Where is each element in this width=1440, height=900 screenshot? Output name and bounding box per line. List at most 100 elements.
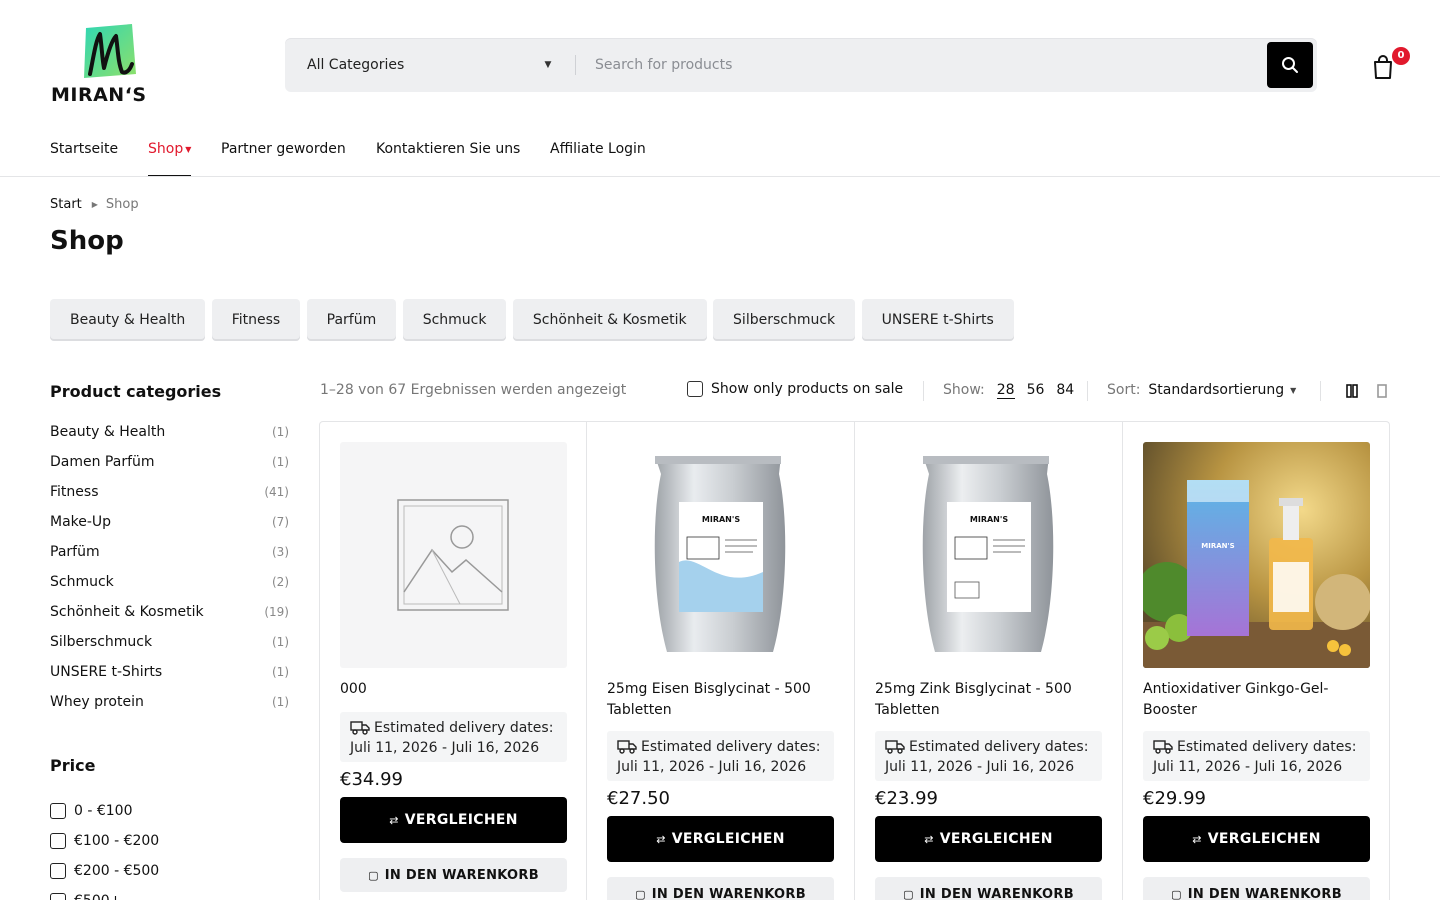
nav-item-startseite[interactable]: Startseite	[50, 141, 118, 177]
category-item[interactable]: Schönheit & Kosmetik (19)	[50, 602, 290, 632]
add-to-cart-button[interactable]: ▢ IN DEN WARENKORB	[340, 858, 567, 892]
cart-count-badge: 0	[1392, 47, 1410, 65]
search-bar: All Categories ▼	[285, 38, 1317, 92]
svg-text:MIRAN'S: MIRAN'S	[702, 515, 740, 524]
product-image-link[interactable]: MIRAN'S	[607, 442, 834, 668]
category-item[interactable]: Silberschmuck (1)	[50, 632, 290, 662]
category-item[interactable]: Parfüm (3)	[50, 542, 290, 572]
nav-item-partner[interactable]: Partner geworden	[221, 141, 346, 177]
bag-icon: ▢	[368, 868, 379, 882]
shop-toolbar: 1–28 von 67 Ergebnissen werden angezeigt…	[320, 380, 1390, 402]
chip-fitness[interactable]: Fitness	[211, 299, 301, 341]
delivery-label: Estimated delivery dates:	[374, 720, 554, 736]
category-name: Damen Parfüm	[50, 454, 155, 470]
product-price: €34.99	[340, 769, 403, 790]
price-checkbox[interactable]	[50, 893, 66, 900]
delivery-dates: Juli 11, 2026 - Juli 16, 2026	[350, 740, 540, 756]
add-to-cart-label: IN DEN WARENKORB	[919, 886, 1074, 900]
product-price: €29.99	[1143, 788, 1206, 809]
product-card: MIRAN'S 25mg Zink Bisglycinat - 500 Tabl…	[855, 422, 1123, 900]
product-card: MIRAN'S 25mg Eisen Bisglycinat - 500 Tab…	[587, 422, 855, 900]
category-item[interactable]: Whey protein (1)	[50, 692, 290, 722]
price-checkbox[interactable]	[50, 863, 66, 879]
add-to-cart-button[interactable]: ▢ IN DEN WARENKORB	[607, 877, 834, 900]
sale-only-toggle[interactable]: Show only products on sale	[687, 381, 903, 397]
category-item[interactable]: UNSERE t-Shirts (1)	[50, 662, 290, 692]
delivery-estimate: Estimated delivery dates: Juli 11, 2026 -…	[340, 712, 567, 762]
category-item[interactable]: Fitness (41)	[50, 482, 290, 512]
compare-button[interactable]: ⇄ VERGLEICHEN	[1143, 816, 1370, 862]
category-count: (1)	[272, 665, 289, 679]
sort-selector[interactable]: Sort: Standardsortierung ▼	[1107, 382, 1296, 398]
chip-beauty-health[interactable]: Beauty & Health	[50, 299, 206, 341]
compare-button[interactable]: ⇄ VERGLEICHEN	[340, 797, 567, 843]
add-to-cart-button[interactable]: ▢ IN DEN WARENKORB	[875, 877, 1102, 900]
chip-parfum[interactable]: Parfüm	[306, 299, 397, 341]
per-page-option-56[interactable]: 56	[1027, 382, 1045, 398]
product-card: MIRAN'S Antioxidativer Ginkgo-Gel-Booste…	[1123, 422, 1389, 900]
product-image-link[interactable]: MIRAN'S	[875, 442, 1102, 668]
price-checkbox[interactable]	[50, 803, 66, 819]
search-button[interactable]	[1267, 42, 1313, 88]
category-count: (1)	[272, 455, 289, 469]
logo-mark-icon	[84, 24, 136, 78]
nav-item-affiliate-login[interactable]: Affiliate Login	[550, 141, 646, 177]
add-to-cart-button[interactable]: ▢ IN DEN WARENKORB	[1143, 877, 1370, 900]
category-select[interactable]: All Categories	[307, 38, 404, 92]
product-title[interactable]: 25mg Eisen Bisglycinat - 500 Tabletten	[607, 679, 837, 721]
price-filter-option[interactable]: 0 - €100	[50, 796, 290, 826]
cart-button[interactable]: 0	[1372, 47, 1412, 82]
product-pouch-image: MIRAN'S	[654, 456, 786, 652]
toolbar-divider	[1087, 381, 1088, 401]
price-filter-option[interactable]: €200 - €500	[50, 856, 290, 886]
category-name: UNSERE t-Shirts	[50, 664, 163, 680]
price-filter-option[interactable]: €100 - €200	[50, 826, 290, 856]
nav-item-shop[interactable]: Shop ▼	[148, 141, 192, 177]
search-icon	[1282, 57, 1298, 73]
category-item[interactable]: Beauty & Health (1)	[50, 422, 290, 452]
product-serum-image: MIRAN'S	[1143, 442, 1370, 668]
sort-value: Standardsortierung	[1148, 382, 1285, 398]
search-input[interactable]	[585, 38, 1245, 92]
list-view-button[interactable]	[1372, 381, 1392, 401]
chevron-down-icon[interactable]: ▼	[543, 58, 553, 72]
price-filter-option[interactable]: €500+	[50, 886, 290, 900]
breadcrumb-home-link[interactable]: Start	[50, 197, 82, 212]
product-image-link[interactable]	[340, 442, 567, 668]
truck-icon	[617, 740, 637, 754]
chip-schoenheit-kosmetik[interactable]: Schönheit & Kosmetik	[512, 299, 707, 341]
price-checkbox[interactable]	[50, 833, 66, 849]
compare-label: VERGLEICHEN	[1207, 831, 1321, 847]
bag-icon: ▢	[1171, 887, 1182, 900]
compare-button[interactable]: ⇄ VERGLEICHEN	[875, 816, 1102, 862]
compare-icon: ⇄	[924, 833, 934, 846]
site-logo[interactable]: MIRAN‘S	[50, 24, 178, 108]
price-filter-list: 0 - €100 €100 - €200 €200 - €500 €500+	[50, 796, 290, 900]
result-count: 1–28 von 67 Ergebnissen werden angezeigt	[320, 382, 627, 398]
price-heading: Price	[50, 756, 96, 775]
sale-checkbox[interactable]	[687, 381, 703, 397]
chip-schmuck[interactable]: Schmuck	[402, 299, 507, 341]
category-count: (2)	[272, 575, 289, 589]
per-page-option-84[interactable]: 84	[1056, 382, 1074, 398]
category-item[interactable]: Schmuck (2)	[50, 572, 290, 602]
category-count: (1)	[272, 695, 289, 709]
sort-label: Sort:	[1107, 382, 1141, 398]
category-item[interactable]: Make-Up (7)	[50, 512, 290, 542]
chip-unsere-tshirts[interactable]: UNSERE t-Shirts	[861, 299, 1014, 341]
nav-item-kontakt[interactable]: Kontaktieren Sie uns	[376, 141, 520, 177]
chip-silberschmuck[interactable]: Silberschmuck	[713, 299, 856, 341]
price-range-label: €100 - €200	[74, 833, 160, 849]
product-title[interactable]: Antioxidativer Ginkgo-Gel-Booster	[1143, 679, 1373, 721]
delivery-dates: Juli 11, 2026 - Juli 16, 2026	[1153, 759, 1343, 775]
category-name: Schönheit & Kosmetik	[50, 604, 204, 620]
product-image-link[interactable]: MIRAN'S	[1143, 442, 1370, 668]
product-title[interactable]: 000	[340, 679, 570, 700]
compare-button[interactable]: ⇄ VERGLEICHEN	[607, 816, 834, 862]
grid-view-button[interactable]	[1342, 381, 1362, 401]
per-page-option-28[interactable]: 28	[996, 382, 1015, 399]
filter-sidebar: Product categories Beauty & Health (1) Da…	[50, 382, 290, 900]
product-grid: 000 Estimated delivery dates: Juli 11, 20…	[319, 421, 1390, 900]
product-title[interactable]: 25mg Zink Bisglycinat - 500 Tabletten	[875, 679, 1105, 721]
category-item[interactable]: Damen Parfüm (1)	[50, 452, 290, 482]
